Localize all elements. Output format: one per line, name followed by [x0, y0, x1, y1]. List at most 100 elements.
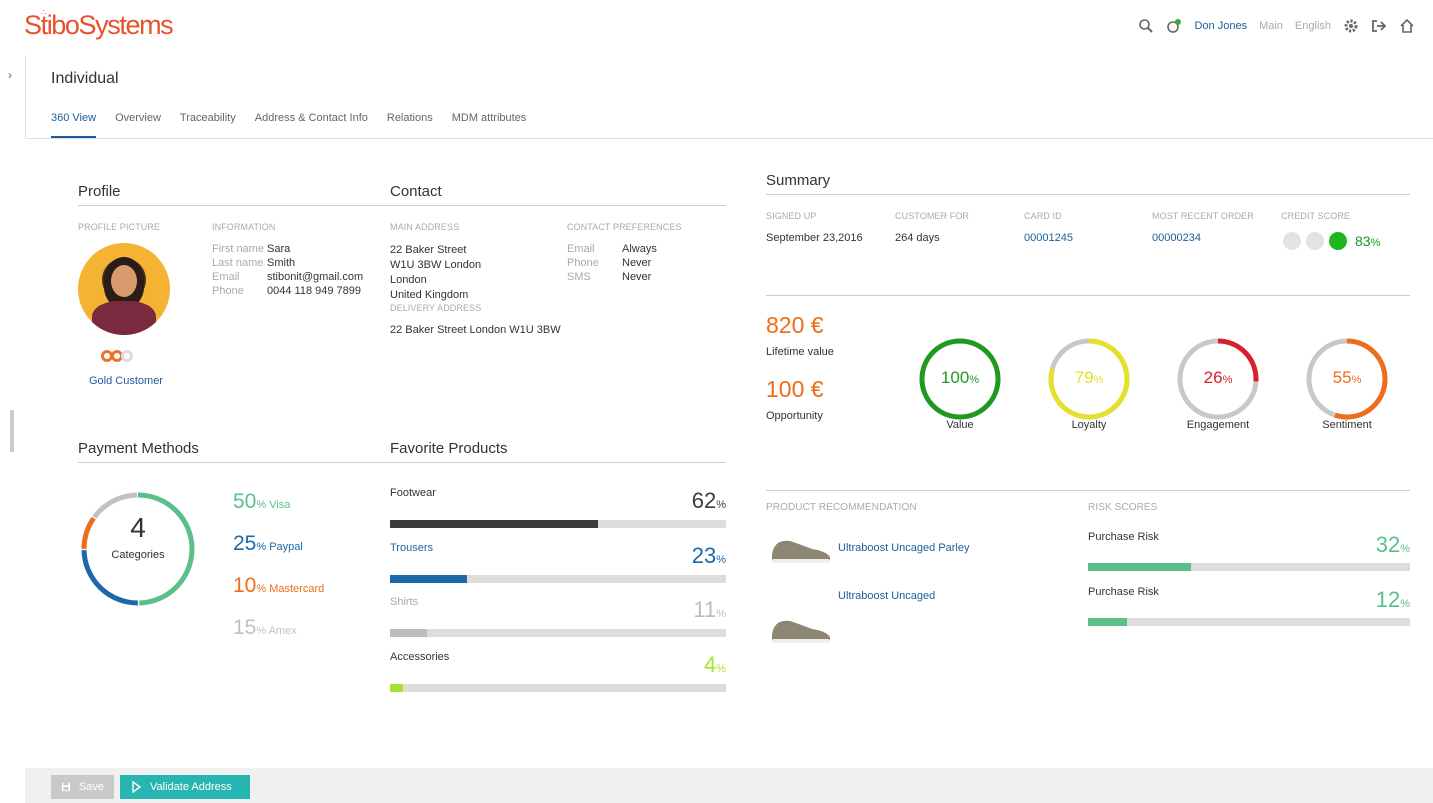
customer-for-label: CUSTOMER FOR	[895, 211, 970, 221]
credit-score-indicator: 83%	[1283, 232, 1380, 250]
divider	[78, 462, 726, 463]
gauge-value: 55%	[1332, 368, 1362, 387]
divider	[25, 55, 26, 139]
tab-traceability[interactable]: Traceability	[180, 112, 236, 138]
main-address-label: MAIN ADDRESS	[390, 222, 460, 232]
product-bar-fill	[390, 520, 599, 528]
legend-item-visa: 50% Visa	[233, 490, 291, 513]
gauge-value: 100%	[940, 368, 980, 387]
sidebar-expand-icon[interactable]: ›	[8, 68, 12, 82]
legend-item-amex: 15% Amex	[233, 616, 297, 639]
summary-title: Summary	[766, 172, 831, 189]
customer-for-value: 264 days	[895, 232, 940, 244]
risk-bar-track	[1088, 563, 1410, 571]
product-bar-track	[390, 629, 726, 637]
home-icon[interactable]	[1399, 18, 1415, 34]
risk-bar-fill	[1088, 563, 1192, 571]
recommendation-title: PRODUCT RECOMMENDATION	[766, 502, 917, 513]
shoe-image[interactable]	[768, 613, 834, 645]
tab-relations[interactable]: Relations	[387, 112, 433, 138]
credit-score-value: 83%	[1355, 233, 1381, 249]
product-bar-track	[390, 520, 726, 528]
credit-dot	[1306, 232, 1324, 250]
product-bar-fill	[390, 574, 468, 583]
credit-dot	[1283, 232, 1301, 250]
donut-center-value: 4	[130, 512, 146, 543]
product-bar-fill	[390, 629, 427, 637]
credit-dot	[1329, 232, 1347, 250]
risk-percent: 12%	[1375, 587, 1410, 612]
delivery-address-label: DELIVERY ADDRESS	[390, 303, 482, 313]
product-category: Trousers	[390, 541, 433, 554]
product-percent: 11%	[693, 597, 726, 622]
legend-item-paypal: 25% Paypal	[233, 532, 303, 555]
logout-icon[interactable]	[1371, 18, 1387, 34]
opportunity-value: 100 €	[766, 376, 824, 402]
lifetime-label: Lifetime value	[766, 346, 834, 358]
payment-title: Payment Methods	[78, 440, 199, 457]
search-icon[interactable]	[1138, 18, 1154, 34]
recent-order-link[interactable]: 00000234	[1152, 232, 1201, 244]
delivery-address: 22 Baker Street London W1U 3BW	[390, 324, 561, 336]
favorites-title: Favorite Products	[390, 440, 508, 457]
validate-address-button[interactable]: Validate Address	[120, 775, 250, 799]
card-id-label: CARD ID	[1024, 211, 1062, 221]
signed-up-value: September 23,2016	[766, 232, 863, 244]
product-percent: 62%	[691, 488, 726, 513]
donut-center-label: Categories	[111, 549, 165, 561]
recent-order-label: MOST RECENT ORDER	[1152, 211, 1254, 221]
product-percent: 23%	[691, 542, 726, 568]
tier-medals-icon	[101, 350, 133, 362]
tier-badge[interactable]: Gold Customer	[89, 375, 163, 387]
logo-dots-icon: ∴	[41, 8, 47, 17]
opportunity-label: Opportunity	[766, 410, 823, 422]
product-category: Accessories	[390, 650, 450, 663]
recommendation-link[interactable]: Ultraboost Uncaged	[838, 590, 935, 602]
logo[interactable]: StiboSystems ∴	[24, 8, 174, 41]
divider	[766, 295, 1410, 296]
main-address: 22 Baker Street W1U 3BW London London Un…	[390, 244, 482, 301]
tab-address-contact[interactable]: Address & Contact Info	[255, 112, 368, 138]
risk-title: RISK SCORES	[1088, 502, 1158, 513]
product-bar-track	[390, 683, 726, 692]
risk-bar-fill	[1088, 618, 1127, 626]
product-category: Footwear	[390, 487, 436, 499]
page-title: Individual	[51, 70, 119, 87]
play-icon	[132, 781, 142, 793]
notification-icon[interactable]	[1166, 18, 1182, 34]
divider	[78, 205, 726, 206]
divider	[766, 194, 1410, 195]
product-bar-track	[390, 574, 726, 583]
risk-label: Purchase Risk	[1088, 586, 1159, 598]
signed-up-label: SIGNED UP	[766, 211, 817, 221]
divider	[766, 490, 1410, 491]
risk-label: Purchase Risk	[1088, 531, 1159, 543]
profile-picture-label: PROFILE PICTURE	[78, 222, 161, 232]
gauge-value: 79%	[1074, 368, 1104, 387]
contact-preferences-label: CONTACT PREFERENCES	[567, 222, 682, 232]
profile-info: First name Sara Last name Smith Email stibo…	[212, 243, 364, 297]
language-selector[interactable]: English	[1295, 20, 1331, 32]
shoe-image[interactable]	[768, 533, 834, 565]
gauge-label: Sentiment	[1322, 419, 1372, 431]
card-id-link[interactable]: 00001245	[1024, 232, 1073, 244]
tab-overview[interactable]: Overview	[115, 112, 161, 138]
credit-score-label: CREDIT SCORE	[1281, 211, 1351, 221]
divider	[25, 138, 1433, 139]
gauge-value: 26%	[1203, 368, 1233, 387]
gear-icon[interactable]	[1343, 18, 1359, 34]
sidebar-resize-handle[interactable]	[10, 410, 14, 452]
tab-360-view[interactable]: 360 View	[51, 112, 97, 138]
context-selector[interactable]: Main	[1259, 20, 1283, 32]
save-button[interactable]: Save	[51, 775, 114, 799]
avatar	[78, 243, 170, 335]
user-name-link[interactable]: Don Jones	[1194, 20, 1247, 32]
contact-preferences: Email Always Phone Never SMS Never	[567, 243, 657, 283]
product-bar-fill	[390, 683, 404, 692]
recommendation-link[interactable]: Ultraboost Uncaged Parley	[838, 542, 969, 554]
gauge-label: Value	[946, 419, 974, 431]
save-icon	[61, 782, 71, 792]
information-label: INFORMATION	[212, 222, 276, 232]
tab-mdm-attributes[interactable]: MDM attributes	[452, 112, 527, 138]
profile-title: Profile	[78, 183, 121, 200]
